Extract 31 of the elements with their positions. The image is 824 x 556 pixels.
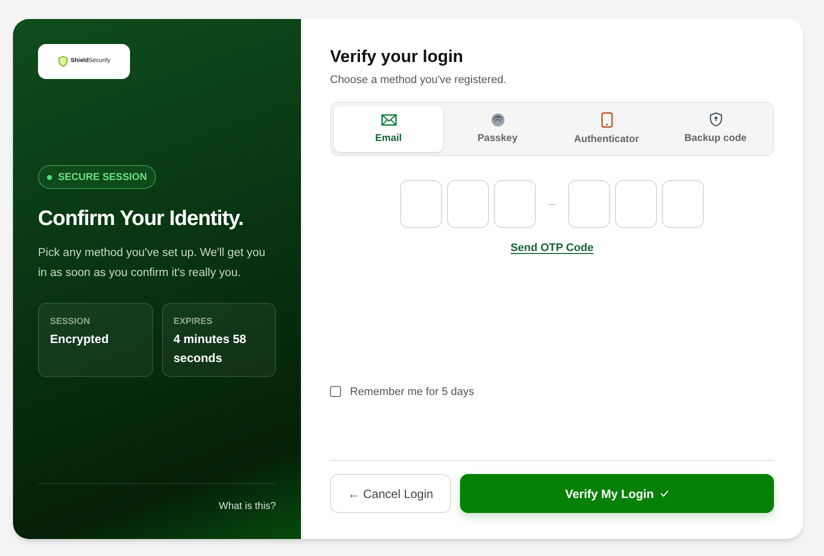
verify-button[interactable]: Verify My Login	[460, 474, 774, 513]
help-link[interactable]: What is this?	[218, 499, 276, 514]
otp-digit-field[interactable]	[615, 180, 657, 228]
method-tab[interactable]: Email	[334, 106, 443, 152]
method-tab[interactable]: Passkey	[443, 106, 552, 152]
hero-text: Pick any method you've set up. We'll get you in as soon as you confirm it's really you.	[38, 246, 266, 280]
form-title: Verify your login	[330, 46, 464, 68]
cancel-button[interactable]: ← Cancel Login	[330, 474, 451, 513]
phone-icon	[600, 112, 612, 128]
method-tab[interactable]: Authenticator	[552, 106, 661, 152]
check-icon	[660, 490, 669, 497]
shield-logo-icon	[58, 56, 68, 67]
envelope-icon	[380, 112, 396, 126]
method-tab[interactable]: Backup code	[661, 106, 770, 152]
form-subtitle: Choose a method you've registered.	[330, 72, 508, 88]
remember-checkbox[interactable]	[330, 386, 341, 398]
fingerprint-icon	[490, 112, 504, 126]
info-value: Encrypted	[50, 331, 110, 348]
otp-digit-field[interactable]	[568, 180, 610, 228]
remember-label: Remember me for 5 days	[350, 384, 474, 400]
otp-digit-field[interactable]	[400, 180, 442, 228]
send-otp-link[interactable]: Send OTP Code	[510, 240, 594, 256]
shield-icon	[708, 112, 722, 127]
hero-title: Confirm Your Identity.	[38, 206, 244, 232]
otp-digit-field[interactable]	[447, 180, 489, 228]
otp-digit-field[interactable]	[494, 180, 536, 228]
otp-digit-field[interactable]	[662, 180, 704, 228]
info-value: 4 minutes 58 seconds	[174, 331, 248, 367]
status-badge: SECURE SESSION	[38, 165, 156, 189]
info-label: EXPIRES	[174, 314, 214, 328]
info-label: SESSION	[50, 314, 92, 328]
